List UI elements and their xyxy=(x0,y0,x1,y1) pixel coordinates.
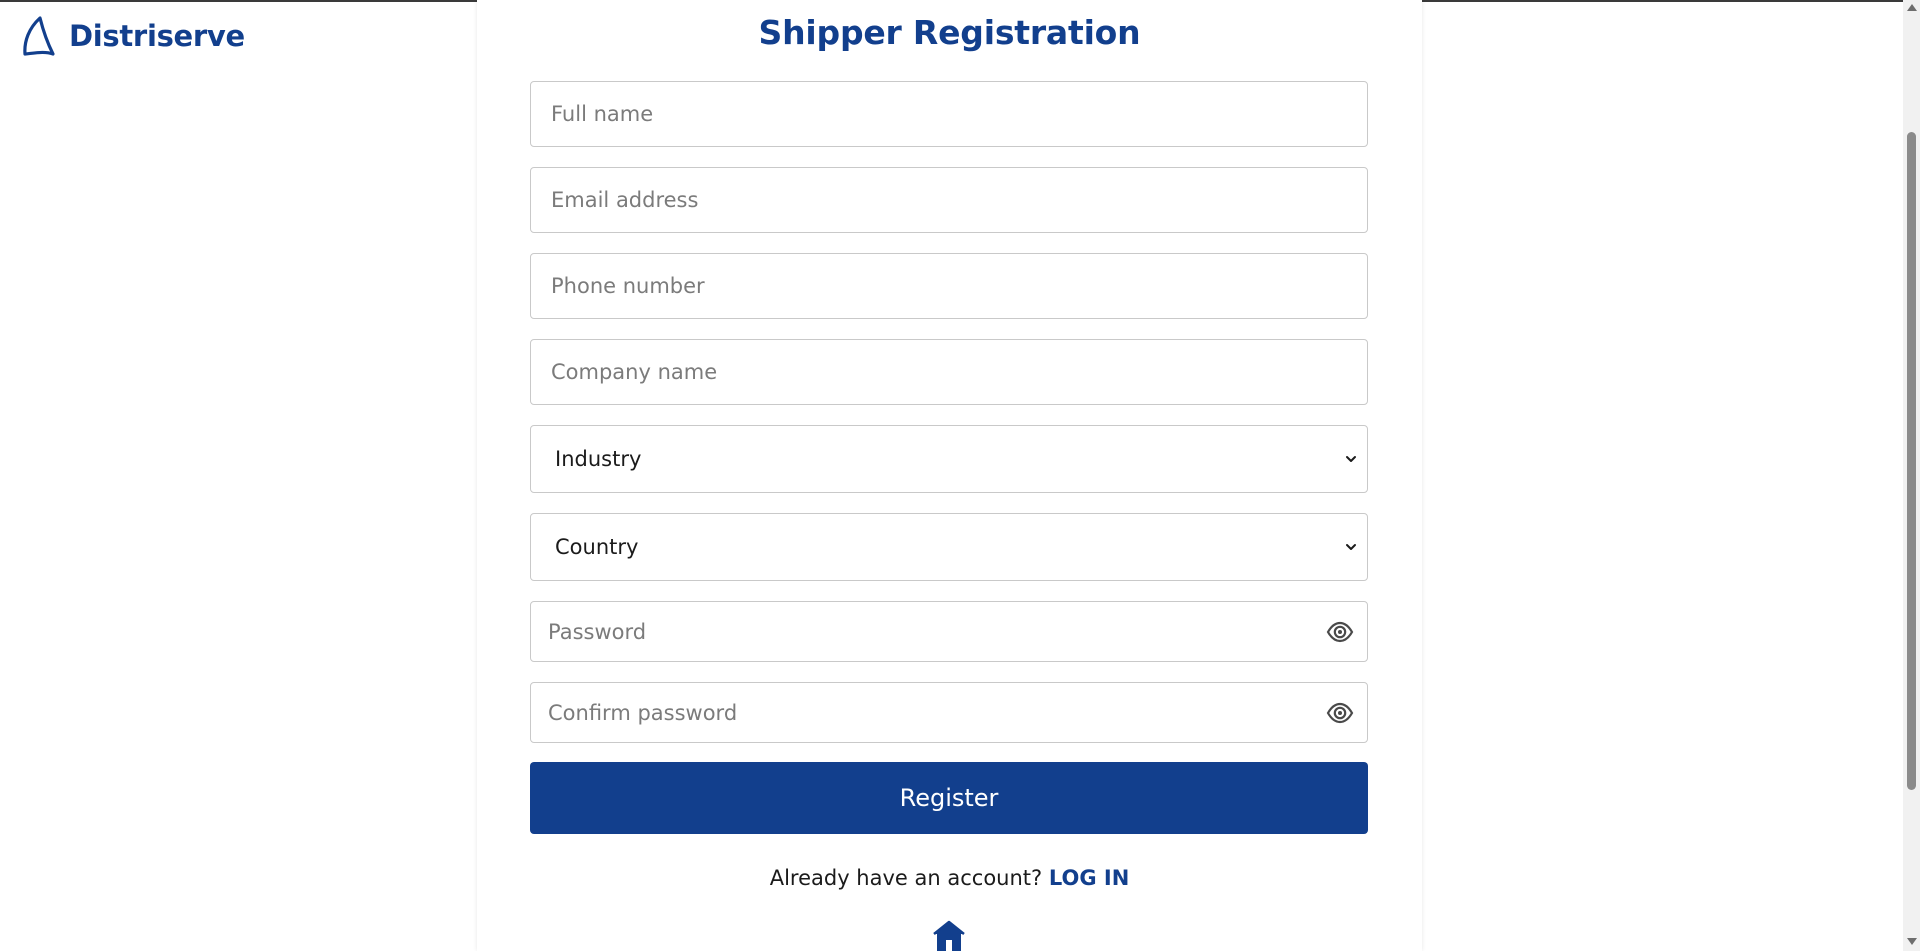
eye-icon[interactable] xyxy=(1326,700,1354,726)
password-placeholder: Password xyxy=(548,619,647,644)
confirm-password-placeholder: Confirm password xyxy=(548,700,738,725)
login-link[interactable]: LOG IN xyxy=(1049,866,1129,890)
scrollbar[interactable] xyxy=(1903,0,1920,951)
scroll-up-arrow-icon[interactable] xyxy=(1907,4,1917,11)
chevron-down-icon xyxy=(1346,544,1356,550)
brand[interactable]: Distriserve xyxy=(19,16,245,56)
company-placeholder: Company name xyxy=(551,360,718,384)
country-select[interactable]: Country xyxy=(530,513,1368,581)
login-prompt-row: Already have an account? LOG IN xyxy=(477,866,1422,890)
phone-input[interactable]: Phone number xyxy=(530,253,1368,319)
login-prompt-text: Already have an account? xyxy=(769,866,1043,890)
brand-name: Distriserve xyxy=(69,19,245,53)
phone-placeholder: Phone number xyxy=(551,274,705,298)
confirm-password-input[interactable]: Confirm password xyxy=(530,682,1368,743)
email-placeholder: Email address xyxy=(551,188,699,212)
chevron-down-icon xyxy=(1346,456,1356,462)
eye-icon[interactable] xyxy=(1326,619,1354,645)
industry-selected-value: Industry xyxy=(555,447,642,471)
scroll-down-arrow-icon[interactable] xyxy=(1907,938,1917,945)
password-input[interactable]: Password xyxy=(530,601,1368,662)
sail-logo-icon xyxy=(23,16,55,56)
home-icon[interactable] xyxy=(932,920,966,951)
page-title: Shipper Registration xyxy=(758,13,1141,52)
full-name-placeholder: Full name xyxy=(551,102,654,126)
industry-select[interactable]: Industry xyxy=(530,425,1368,493)
company-input[interactable]: Company name xyxy=(530,339,1368,405)
country-selected-value: Country xyxy=(555,535,639,559)
scroll-thumb[interactable] xyxy=(1907,132,1916,790)
registration-card: Shipper Registration Full name Email add… xyxy=(477,0,1422,951)
email-input[interactable]: Email address xyxy=(530,167,1368,233)
register-button[interactable]: Register xyxy=(530,762,1368,834)
full-name-input[interactable]: Full name xyxy=(530,81,1368,147)
